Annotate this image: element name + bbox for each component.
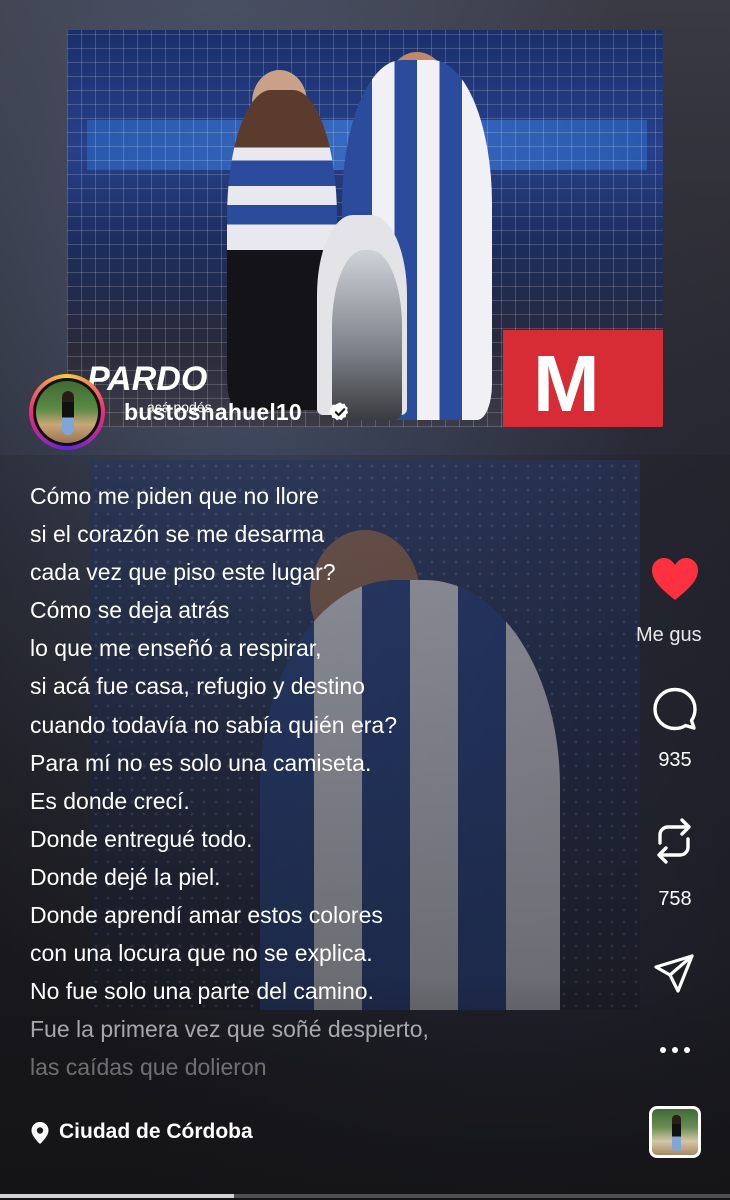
- trophy: [332, 250, 402, 420]
- caption-line: Cómo se deja atrás: [30, 597, 230, 624]
- avatar-image: [36, 381, 98, 443]
- caption-line: Donde entregué todo.: [30, 825, 253, 852]
- audio-thumbnail[interactable]: [649, 1106, 701, 1158]
- heart-icon[interactable]: [650, 556, 700, 602]
- post-caption[interactable]: Cómo me piden que no llore si el corazón…: [30, 477, 590, 1087]
- verified-badge-icon: [329, 402, 349, 421]
- location-pin-icon[interactable]: [30, 1121, 50, 1145]
- location-label[interactable]: Ciudad de Córdoba: [59, 1120, 253, 1144]
- caption-line: con una locura que no se explica.: [30, 940, 373, 967]
- avatar[interactable]: [29, 374, 105, 450]
- comment-icon[interactable]: [653, 687, 697, 731]
- avatar-frame: [33, 378, 101, 446]
- advert-letter: M: [533, 339, 600, 427]
- caption-line: si el corazón se me desarma: [30, 521, 325, 548]
- caption-line: cuando todavía no sabía quién era?: [30, 711, 398, 738]
- story-progress-bar: [0, 1194, 730, 1198]
- caption-line: Donde dejé la piel.: [30, 863, 221, 890]
- caption-line: Es donde crecí.: [30, 787, 190, 814]
- caption-line: las caídas que dolieron: [30, 1054, 267, 1081]
- more-icon[interactable]: [655, 1040, 695, 1060]
- caption-line: Para mí no es solo una camiseta.: [30, 749, 372, 776]
- comment-count[interactable]: 935: [646, 749, 704, 772]
- sponsor-brand: PARDO: [87, 360, 208, 398]
- caption-line: cada vez que piso este lugar?: [30, 559, 336, 586]
- caption-line: lo que me enseñó a respirar,: [30, 635, 322, 662]
- send-icon[interactable]: [653, 953, 695, 995]
- username[interactable]: bustosnahuel10: [124, 399, 302, 426]
- caption-line: Donde aprendí amar estos colores: [30, 902, 383, 929]
- story-progress-fill: [0, 1194, 234, 1198]
- caption-line: Cómo me piden que no llore: [30, 483, 319, 509]
- caption-line: si acá fue casa, refugio y destino: [30, 673, 365, 700]
- caption-line: No fue solo una parte del camino.: [30, 978, 374, 1005]
- red-advert-board: M: [503, 330, 663, 427]
- post-photo[interactable]: PARDO acá podés M: [67, 30, 663, 427]
- repost-count[interactable]: 758: [646, 888, 704, 911]
- repost-icon[interactable]: [652, 815, 696, 867]
- caption-line: Fue la primera vez que soñé despierto,: [30, 1016, 429, 1043]
- like-label[interactable]: Me gus: [636, 624, 730, 647]
